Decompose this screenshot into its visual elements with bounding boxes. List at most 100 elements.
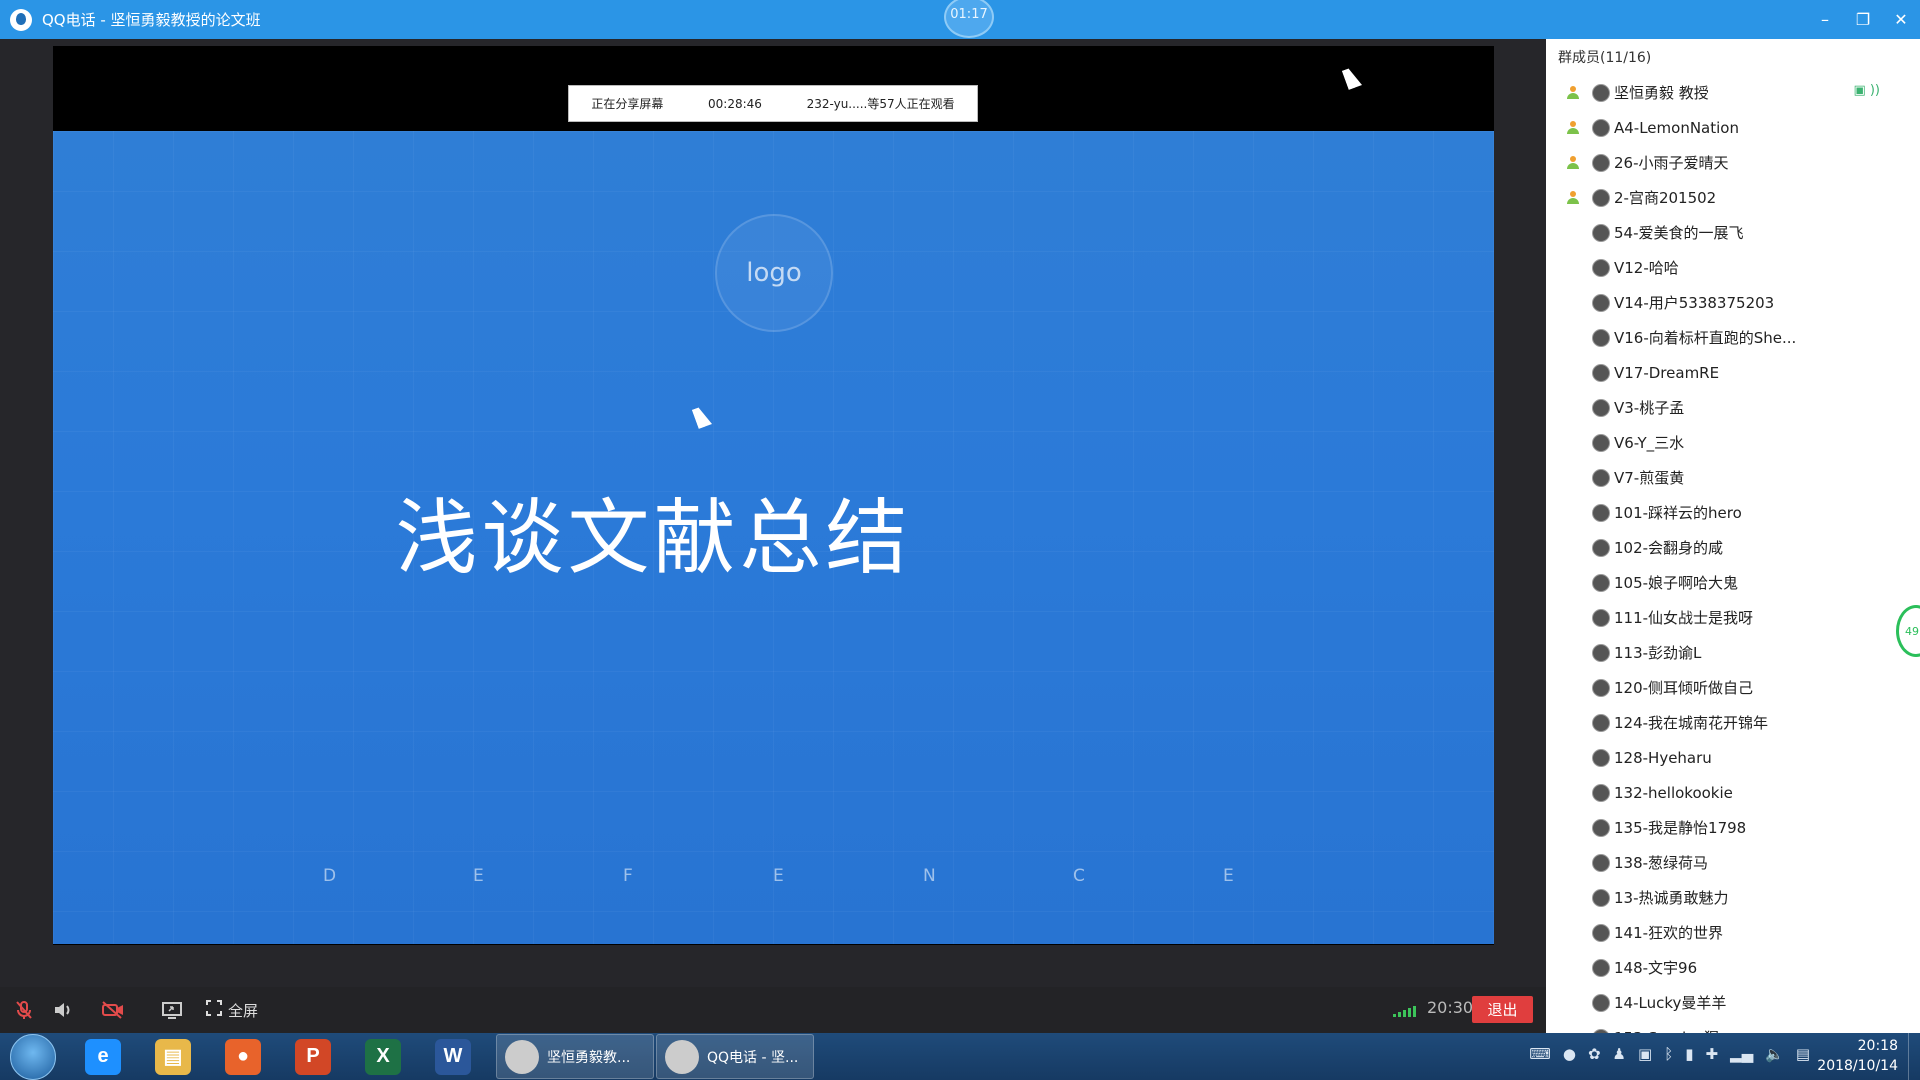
member-name: V7-煎蛋黄 [1614,469,1685,487]
share-duration: 00:28:46 [708,96,762,111]
avatar [1592,538,1610,557]
firefox-icon[interactable]: ● [208,1033,278,1080]
member-item[interactable]: 153-Sunday猩 [1546,1020,1920,1033]
member-item[interactable]: V17-DreamRE [1546,355,1920,390]
defence-letter: F [623,866,633,886]
excel-icon[interactable]: X [348,1033,418,1080]
member-item[interactable]: A4-LemonNation [1546,110,1920,145]
pinwheel-icon[interactable]: ✿ [1588,1045,1601,1063]
screen-share-icon[interactable] [148,987,196,1033]
speaker-icon[interactable] [48,987,78,1033]
defence-letter: E [773,866,784,886]
member-item[interactable]: 2-宫商201502 [1546,180,1920,215]
action-center-icon[interactable]: ▤ [1796,1045,1810,1063]
start-button[interactable] [10,1033,56,1080]
member-item[interactable]: V6-Y_三水 [1546,425,1920,460]
member-item[interactable]: 102-会翻身的咸 [1546,530,1920,565]
member-item[interactable]: 138-葱绿荷马 [1546,845,1920,880]
member-name: 54-爱美食的一展飞 [1614,224,1744,242]
member-item[interactable]: 124-我在城南花开锦年 [1546,705,1920,740]
avatar [1592,223,1610,242]
member-item[interactable]: V12-哈哈 [1546,250,1920,285]
system-clock[interactable]: 20:18 2018/10/14 [1817,1036,1898,1076]
avatar [1592,748,1610,767]
qq-tray-icon[interactable]: ♟ [1613,1045,1626,1063]
call-timer-badge[interactable]: 01:17 [944,0,994,38]
member-name: 坚恒勇毅 教授 [1614,84,1709,102]
volume-icon[interactable]: 🔈 [1765,1045,1784,1063]
avatar [1592,118,1610,137]
minimize-button[interactable]: – [1806,0,1844,39]
restore-button[interactable]: ❐ [1844,0,1882,39]
defence-letter: C [1073,866,1085,886]
screen-share-banner: 正在分享屏幕 00:28:46 232-yu.....等57人正在观看 [568,85,978,122]
member-name: 26-小雨子爱晴天 [1614,154,1729,172]
wechat-icon[interactable]: ● [1563,1045,1576,1063]
wifi-signal-icon[interactable]: ▂▄ [1730,1045,1753,1063]
speaker-role-icon [1562,85,1584,100]
fullscreen-icon [206,1000,222,1020]
member-item[interactable]: V14-用户5338375203 [1546,285,1920,320]
member-name: 111-仙女战士是我呀 [1614,609,1754,627]
member-item[interactable]: 坚恒勇毅 教授 ▣ )) [1546,75,1920,110]
fullscreen-label: 全屏 [228,1001,259,1020]
member-item[interactable]: 128-Hyeharu [1546,740,1920,775]
member-item[interactable]: 141-狂欢的世界 [1546,915,1920,950]
exit-call-button[interactable]: 退出 [1472,996,1533,1023]
member-item[interactable]: 26-小雨子爱晴天 [1546,145,1920,180]
avatar [1592,258,1610,277]
ie-icon[interactable]: e [68,1033,138,1080]
powerpoint-icon[interactable]: P [278,1033,348,1080]
member-item[interactable]: V3-桃子孟 [1546,390,1920,425]
fullscreen-button[interactable]: 全屏 [196,987,258,1033]
shared-slide: logo 浅谈文献总结 D E F E N C E [53,131,1494,944]
member-item[interactable]: 111-仙女战士是我呀 [1546,600,1920,635]
member-item[interactable]: 135-我是静怡1798 [1546,810,1920,845]
member-item[interactable]: V7-煎蛋黄 [1546,460,1920,495]
call-controls-bar: 全屏 [0,987,1546,1033]
avatar [1592,363,1610,382]
taskbar-task[interactable]: 坚恒勇毅教... [496,1034,654,1079]
bluetooth-icon[interactable]: ᛒ [1664,1045,1673,1063]
avatar [1592,818,1610,837]
taskbar-task-label: QQ电话 - 坚... [707,1049,799,1066]
avatar [1592,608,1610,627]
member-item[interactable]: 101-踩祥云的hero [1546,495,1920,530]
close-button[interactable]: ✕ [1882,0,1920,39]
speaker-role-icon [1562,190,1584,205]
taskbar-task-label: 坚恒勇毅教... [547,1049,631,1066]
member-item[interactable]: 14-Lucky曼羊羊 [1546,985,1920,1020]
defence-letter: N [923,866,936,886]
member-item[interactable]: 113-彭劲谕L [1546,635,1920,670]
member-item[interactable]: 13-热诚勇敢魅力 [1546,880,1920,915]
show-desktop-button[interactable] [1908,1033,1920,1080]
folder-icon[interactable]: ▤ [138,1033,208,1080]
member-item[interactable]: 132-hellokookie [1546,775,1920,810]
member-item[interactable]: 54-爱美食的一展飞 [1546,215,1920,250]
word-icon[interactable]: W [418,1033,488,1080]
security-icon[interactable]: ✚ [1705,1045,1718,1063]
mic-off-icon[interactable] [0,987,48,1033]
camera-off-icon[interactable] [78,987,148,1033]
member-list-panel: 群成员(11/16) 坚恒勇毅 教授 ▣ )) A4-LemonNation 26-小… [1546,39,1920,1033]
member-item[interactable]: V16-向着标杆直跑的She... [1546,320,1920,355]
speaker-role-icon [1562,155,1584,170]
window-controls: – ❐ ✕ [1806,0,1920,39]
avatar [1592,923,1610,942]
avatar [1592,783,1610,802]
member-item[interactable]: 120-侧耳倾听做自己 [1546,670,1920,705]
member-item[interactable]: 105-娘子啊哈大鬼 [1546,565,1920,600]
avatar [1592,643,1610,662]
defence-letter: E [473,866,484,886]
network-manager-icon[interactable]: ▣ [1638,1045,1652,1063]
qq-penguin-icon [665,1039,699,1074]
member-name: 102-会翻身的咸 [1614,539,1724,557]
taskbar-task[interactable]: QQ电话 - 坚... [656,1034,814,1079]
battery-icon[interactable]: ▮ [1685,1045,1693,1063]
avatar [1592,993,1610,1012]
member-item[interactable]: 148-文宇96 [1546,950,1920,985]
ie-icon-glyph: e [85,1038,121,1075]
task-avatar-icon [505,1039,539,1074]
keyboard-icon[interactable]: ⌨ [1529,1045,1551,1063]
defence-letter: E [1223,866,1234,886]
